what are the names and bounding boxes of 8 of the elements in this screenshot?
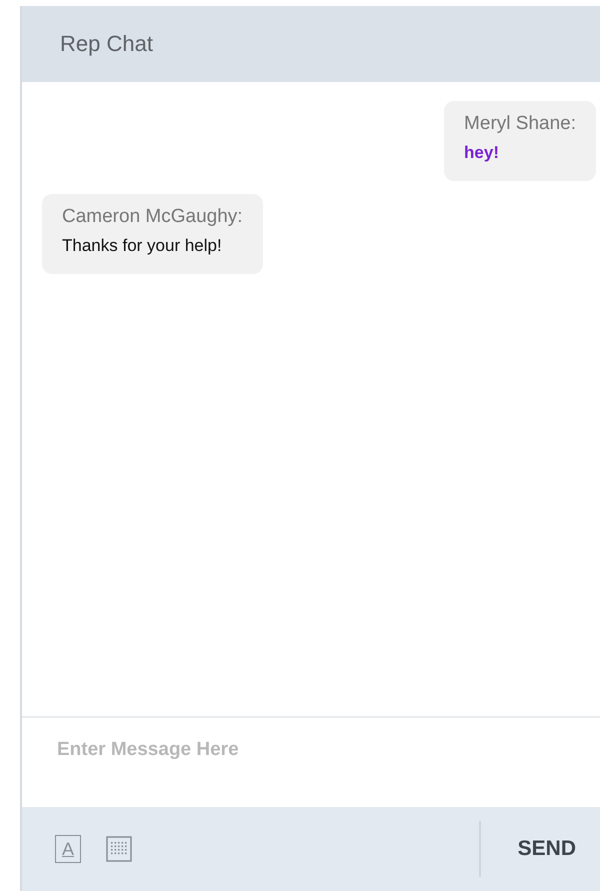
grid-icon[interactable] bbox=[106, 836, 132, 862]
message-text: Thanks for your help! bbox=[62, 236, 223, 256]
send-button[interactable]: SEND bbox=[518, 837, 600, 861]
message-input[interactable]: Enter Message Here bbox=[55, 738, 550, 762]
sender-name: Cameron McGaughy: bbox=[62, 206, 243, 228]
chat-title: Rep Chat bbox=[60, 31, 153, 57]
message-text: hey! bbox=[464, 143, 500, 163]
sender-name: Meryl Shane: bbox=[464, 113, 576, 135]
